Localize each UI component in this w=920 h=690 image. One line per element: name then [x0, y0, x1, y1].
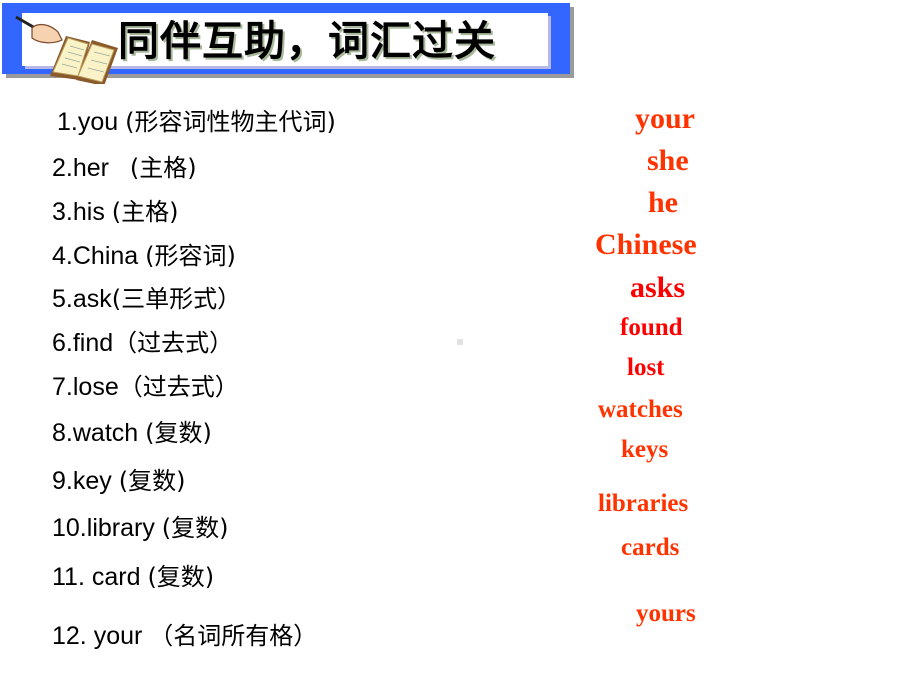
- question-hint: (主格): [111, 198, 179, 226]
- question-word: his: [72, 198, 112, 226]
- question-number: 10.: [52, 514, 87, 542]
- question-word: card: [91, 563, 148, 591]
- question-item: 6.find（过去式）: [52, 331, 233, 356]
- answer-item: Chinese: [595, 228, 697, 261]
- answer-item: lost: [627, 354, 665, 381]
- answer-item: yours: [636, 600, 696, 627]
- question-number: 5.: [52, 285, 73, 313]
- answer-item: he: [648, 186, 678, 219]
- question-word: watch: [72, 419, 146, 447]
- decorative-dot: [457, 339, 463, 345]
- question-number: 6.: [52, 329, 73, 357]
- question-item: 11. card (复数): [52, 565, 214, 590]
- question-word: your: [93, 622, 150, 650]
- question-word: ask: [72, 285, 112, 313]
- question-word: key: [72, 467, 119, 495]
- question-hint: （名词所有格）: [149, 622, 318, 650]
- question-word: lose: [72, 373, 119, 401]
- answer-item: keys: [621, 436, 669, 463]
- book-with-writing-hand-icon: [15, 15, 118, 84]
- page-title: 同伴互助，词汇过关: [118, 17, 496, 65]
- question-item: 4.China (形容词): [52, 244, 236, 269]
- question-number: 8.: [52, 419, 73, 447]
- question-word: China: [72, 242, 146, 270]
- question-number: 11.: [52, 563, 92, 591]
- question-item: 8.watch (复数): [52, 421, 212, 446]
- question-number: 7.: [52, 373, 73, 401]
- answer-item: watches: [598, 396, 683, 423]
- answer-item: your: [635, 102, 695, 135]
- question-number: 4.: [52, 242, 73, 270]
- answer-item: cards: [621, 534, 680, 561]
- answer-item: libraries: [598, 490, 689, 517]
- question-hint: （过去式）: [113, 329, 234, 357]
- question-hint: (主格): [129, 154, 197, 182]
- question-item: 3.his (主格): [52, 200, 179, 225]
- question-number: 2.: [52, 154, 73, 182]
- question-item: 7.lose（过去式）: [52, 375, 239, 400]
- question-item: 10.library (复数): [52, 516, 229, 541]
- question-item: 1.you (形容词性物主代词): [57, 110, 336, 135]
- question-item: 12. your （名词所有格）: [52, 624, 317, 649]
- question-hint: （过去式）: [118, 373, 239, 401]
- question-hint: (复数): [145, 419, 212, 447]
- question-word: find: [72, 329, 114, 357]
- question-hint: (复数): [118, 467, 186, 495]
- answer-item: she: [647, 144, 689, 177]
- question-item: 9.key (复数): [52, 469, 185, 494]
- question-hint: (复数): [161, 514, 229, 542]
- answer-item: asks: [630, 271, 686, 304]
- answer-item: found: [620, 314, 683, 341]
- question-item: 2.her (主格): [52, 156, 197, 181]
- question-number: 9.: [52, 467, 73, 495]
- question-word: library: [86, 514, 162, 542]
- question-item: 5.ask(三单形式）: [52, 287, 241, 312]
- question-hint: (复数): [147, 563, 215, 591]
- question-number: 12.: [52, 622, 94, 650]
- question-number: 1.: [57, 108, 78, 136]
- question-hint: (三单形式）: [111, 285, 242, 313]
- question-hint: (形容词): [145, 242, 236, 270]
- question-hint: (形容词性物主代词): [125, 108, 336, 136]
- question-word: you: [77, 108, 126, 136]
- question-word: her: [72, 154, 130, 182]
- question-number: 3.: [52, 198, 73, 226]
